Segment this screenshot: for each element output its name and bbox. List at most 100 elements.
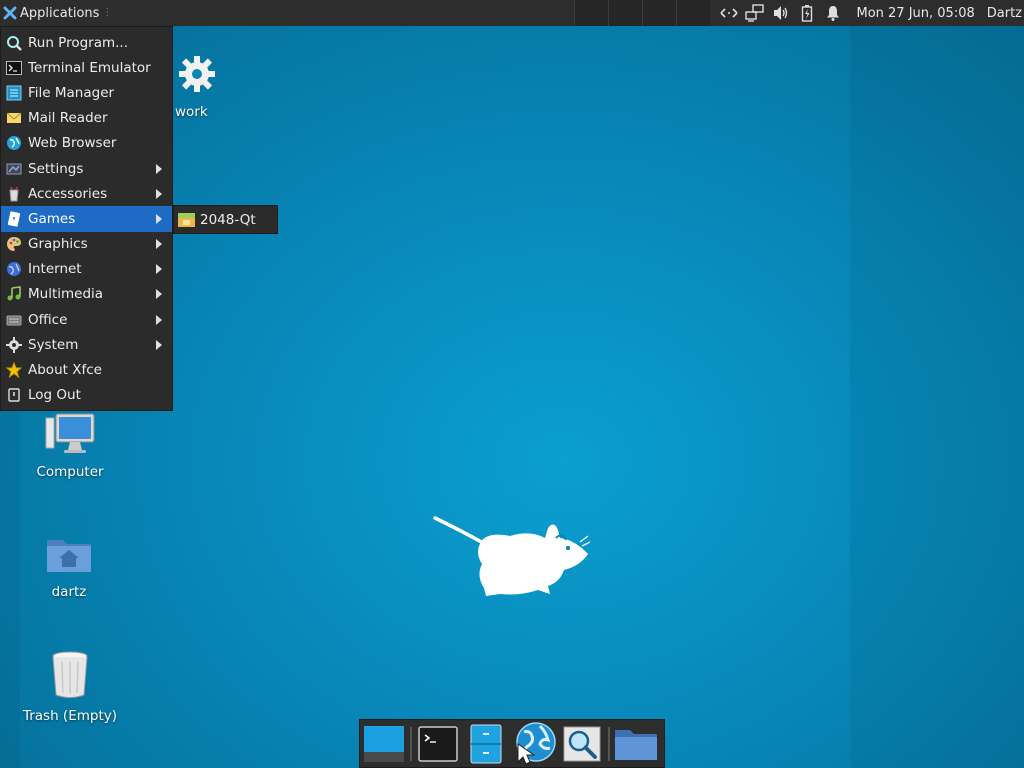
workspace-slot[interactable]	[608, 0, 642, 26]
volume-icon[interactable]	[768, 0, 794, 26]
menu-item-terminal[interactable]: Terminal Emulator	[1, 55, 172, 80]
dock-file-manager[interactable]	[462, 720, 510, 768]
dock-folder[interactable]	[612, 720, 660, 768]
submenu-arrow-icon	[156, 163, 162, 174]
applications-label: Applications	[20, 5, 100, 21]
submenu-arrow-icon	[156, 213, 162, 224]
menu-item-label: About Xfce	[28, 362, 102, 379]
mail-icon	[6, 112, 22, 124]
submenu-arrow-icon	[156, 188, 162, 199]
games-icon	[7, 211, 21, 227]
xfce-x-icon	[3, 6, 17, 20]
logout-icon	[8, 388, 20, 402]
show-desktop-icon	[364, 725, 404, 762]
palette-icon	[7, 237, 21, 252]
menu-item-label: Web Browser	[28, 135, 117, 152]
trash-icon	[52, 651, 88, 698]
menu-item-about-xfce[interactable]: About Xfce	[1, 357, 172, 382]
file-manager-icon	[6, 85, 22, 101]
desktop-icon-computer[interactable]: Computer	[26, 412, 114, 480]
top-panel: Applications ⋮ Mon 27 Jun, 05:08 Dartz	[0, 0, 1024, 26]
menu-item-web-browser[interactable]: Web Browser	[1, 131, 172, 156]
games-submenu: 2048-Qt	[173, 205, 278, 234]
search-icon	[563, 726, 601, 761]
dock-web-browser[interactable]	[510, 720, 558, 768]
desktop-icon-label: Trash (Empty)	[22, 708, 118, 724]
panel-handle-icon[interactable]: ⋮	[102, 7, 112, 19]
menu-item-label: System	[28, 336, 79, 353]
terminal-icon	[6, 60, 22, 75]
workspace-slot[interactable]	[642, 0, 676, 26]
menu-item-games[interactable]: Games	[1, 206, 172, 232]
menu-item-internet[interactable]: Internet	[1, 257, 172, 282]
applications-menu-button[interactable]: Applications ⋮	[0, 0, 112, 26]
dock-show-desktop[interactable]	[360, 720, 408, 768]
menu-item-label: Internet	[28, 261, 82, 278]
submenu-arrow-icon	[156, 314, 162, 325]
desktop-icon-label: Computer	[36, 464, 104, 480]
multimedia-icon	[7, 286, 21, 301]
dock-separator	[410, 726, 412, 761]
globe-icon	[516, 721, 556, 765]
gear-icon	[6, 336, 22, 353]
file-cabinet-icon	[470, 724, 502, 763]
terminal-icon	[418, 725, 458, 762]
notification-bell-icon[interactable]	[820, 0, 846, 26]
submenu-arrow-icon	[156, 289, 162, 300]
dock-app-finder[interactable]	[558, 720, 606, 768]
menu-item-label: Settings	[28, 160, 84, 177]
accessories-icon	[9, 186, 19, 202]
clock[interactable]: Mon 27 Jun, 05:08	[856, 6, 974, 21]
folder-icon	[615, 729, 657, 760]
workspace-slot[interactable]	[676, 0, 710, 26]
computer-icon	[45, 413, 95, 453]
menu-item-label: File Manager	[28, 84, 115, 101]
menu-item-graphics[interactable]: Graphics	[1, 232, 172, 257]
window-buttons	[574, 0, 710, 26]
menu-item-label: Office	[28, 311, 68, 328]
workspace-slot[interactable]	[574, 0, 608, 26]
menu-item-label: Graphics	[28, 236, 88, 253]
dock-panel	[359, 719, 665, 768]
office-icon	[6, 315, 22, 326]
gear-icon	[179, 56, 215, 92]
globe-icon	[7, 136, 21, 151]
dock-terminal[interactable]	[414, 720, 462, 768]
home-folder-icon	[47, 540, 91, 572]
menu-item-settings[interactable]: Settings	[1, 156, 172, 181]
network-arrows-icon[interactable]	[716, 0, 742, 26]
dock-separator	[608, 726, 610, 761]
menu-item-system[interactable]: System	[1, 332, 172, 357]
desktop-shade-band	[850, 26, 1024, 768]
user-menu[interactable]: Dartz	[987, 6, 1022, 21]
submenu-arrow-icon	[156, 339, 162, 350]
menu-item-label: Mail Reader	[28, 110, 108, 127]
menu-item-run-program[interactable]: Run Program...	[1, 30, 172, 55]
network-wired-icon[interactable]	[742, 0, 768, 26]
menu-item-file-manager[interactable]: File Manager	[1, 80, 172, 105]
menu-item-multimedia[interactable]: Multimedia	[1, 282, 172, 307]
settings-icon	[6, 163, 22, 175]
menu-item-mail-reader[interactable]: Mail Reader	[1, 106, 172, 131]
menu-item-label: Games	[28, 210, 76, 227]
submenu-arrow-icon	[156, 264, 162, 275]
menu-item-label: Multimedia	[28, 286, 104, 303]
system-tray: Mon 27 Jun, 05:08 Dartz	[716, 0, 1024, 26]
game-2048-icon	[178, 212, 195, 227]
desktop-icon-trash[interactable]: Trash (Empty)	[16, 650, 124, 724]
run-icon	[7, 35, 22, 51]
battery-icon[interactable]	[794, 0, 820, 26]
applications-menu: Run Program... Terminal Emulator File Ma…	[0, 26, 173, 411]
desktop-icon-label: dartz	[51, 584, 87, 600]
menu-item-accessories[interactable]: Accessories	[1, 181, 172, 206]
menu-item-log-out[interactable]: Log Out	[1, 383, 172, 408]
menu-item-office[interactable]: Office	[1, 307, 172, 332]
menu-item-label: Run Program...	[28, 34, 129, 51]
submenu-arrow-icon	[156, 239, 162, 250]
submenu-item-2048-qt[interactable]: 2048-Qt	[200, 212, 256, 228]
star-icon	[6, 362, 22, 379]
desktop-icon-home[interactable]: dartz	[26, 532, 112, 600]
menu-item-label: Terminal Emulator	[28, 59, 151, 76]
internet-icon	[7, 262, 21, 277]
xfce-mouse-logo	[433, 516, 591, 596]
